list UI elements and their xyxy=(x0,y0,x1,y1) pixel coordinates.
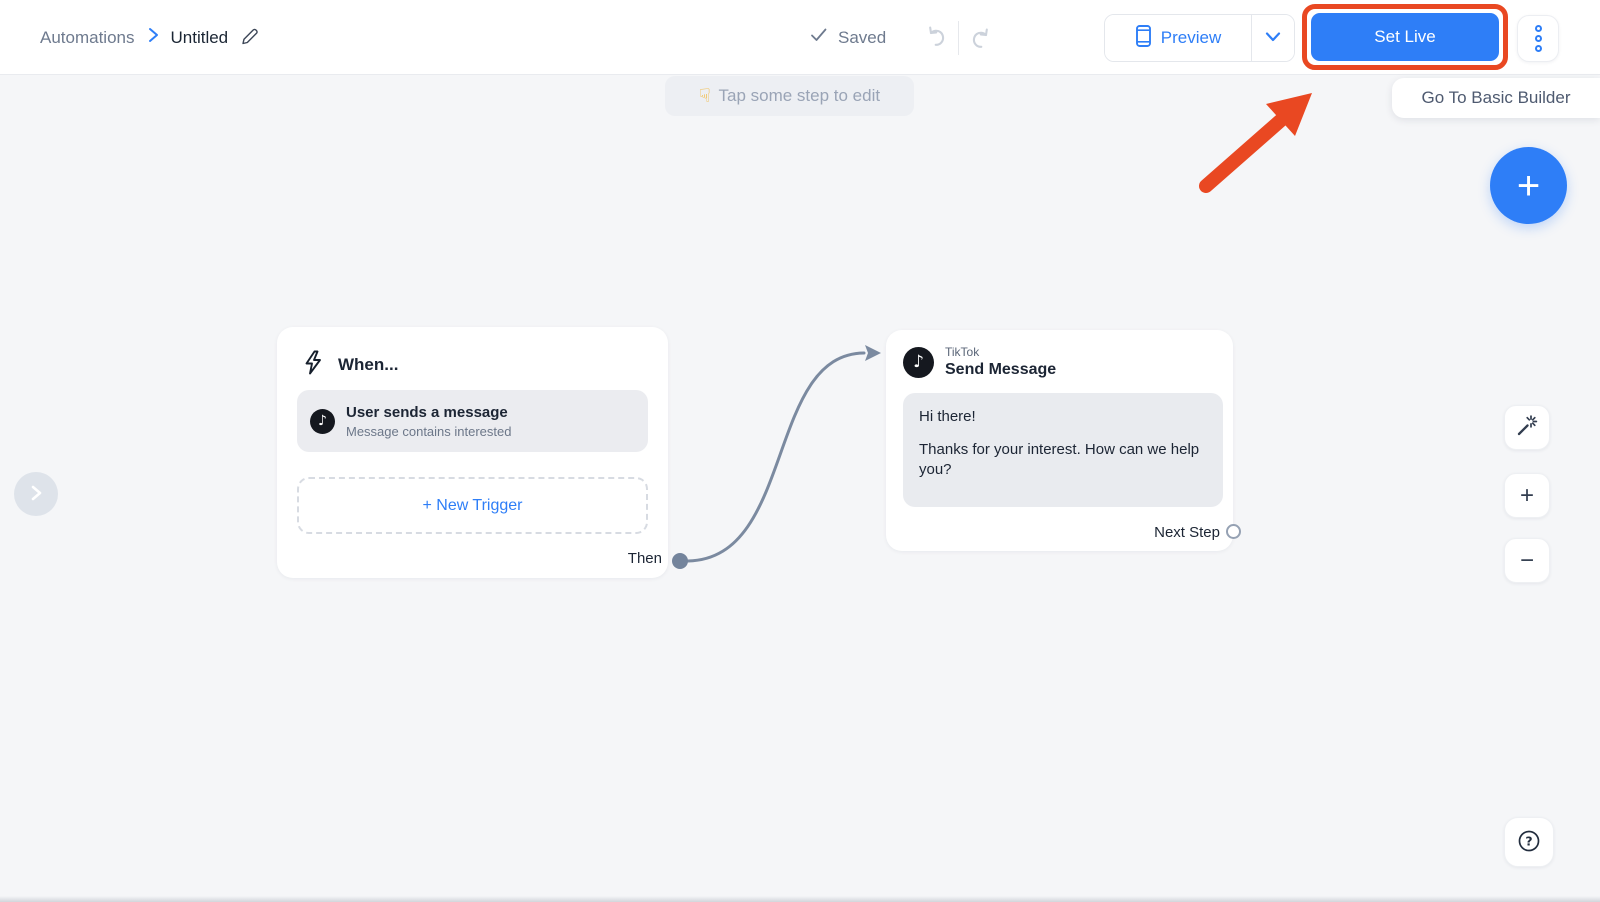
go-to-basic-builder-menu-item[interactable]: Go To Basic Builder xyxy=(1392,78,1600,118)
breadcrumb: Automations Untitled xyxy=(40,0,260,75)
then-label: Then xyxy=(628,550,662,567)
tiktok-icon: ♪ xyxy=(903,347,934,378)
preview-button-label: Preview xyxy=(1161,28,1221,48)
svg-text:?: ? xyxy=(1525,833,1532,848)
rename-flow-button[interactable] xyxy=(239,26,260,50)
save-status: Saved xyxy=(810,0,886,75)
question-mark-icon: ? xyxy=(1515,827,1543,858)
chevron-right-icon xyxy=(146,26,160,49)
new-trigger-button[interactable]: + New Trigger xyxy=(297,477,648,534)
minus-icon: − xyxy=(1520,547,1534,575)
next-step-label: Next Step xyxy=(1154,524,1220,541)
kebab-menu-icon xyxy=(1535,25,1542,52)
window-bottom-edge xyxy=(0,896,1600,902)
history-controls xyxy=(922,0,995,75)
undo-button[interactable] xyxy=(922,22,950,53)
hint-toast: ☟ Tap some step to edit xyxy=(665,76,914,116)
redo-icon xyxy=(967,24,995,52)
magic-wand-icon xyxy=(1514,413,1540,442)
message-card-header: ♪ TikTok Send Message xyxy=(903,345,1056,379)
hint-toast-label: Tap some step to edit xyxy=(718,86,880,106)
send-message-step-card[interactable]: ♪ TikTok Send Message Hi there! Thanks f… xyxy=(886,330,1233,551)
annotation-layer xyxy=(0,0,1600,902)
phone-icon xyxy=(1135,24,1152,53)
flow-title: Untitled xyxy=(171,28,229,48)
set-live-button[interactable]: Set Live xyxy=(1311,13,1499,61)
plus-icon: + xyxy=(1517,166,1540,206)
then-output-port[interactable] xyxy=(672,553,688,569)
add-step-button[interactable]: + xyxy=(1490,147,1567,224)
trigger-item-title: User sends a message xyxy=(346,404,511,421)
save-status-label: Saved xyxy=(838,28,886,48)
next-step-output-port[interactable] xyxy=(1226,524,1241,539)
connector-layer xyxy=(0,0,1600,902)
preview-button-group: Preview xyxy=(1104,14,1295,62)
point-down-icon: ☟ xyxy=(699,85,711,107)
connector-arrowhead-icon xyxy=(865,345,881,361)
tiktok-icon: ♪ xyxy=(310,409,335,434)
message-line: Hi there! xyxy=(919,407,1207,427)
preview-options-button[interactable] xyxy=(1252,15,1294,61)
trigger-card-title: When... xyxy=(338,355,398,375)
trigger-item-subtitle: Message contains interested xyxy=(346,424,511,439)
message-card-channel: TikTok xyxy=(945,345,1056,359)
pencil-icon xyxy=(239,26,260,50)
chevron-right-icon xyxy=(28,483,44,506)
flow-builder-page: Automations Untitled Saved xyxy=(0,0,1600,902)
top-bar: Automations Untitled Saved xyxy=(0,0,1600,75)
message-line: Thanks for your interest. How can we hel… xyxy=(919,440,1207,480)
check-icon xyxy=(810,27,828,48)
redo-button[interactable] xyxy=(967,24,995,52)
annotation-arrow xyxy=(1206,93,1312,186)
zoom-out-button[interactable]: − xyxy=(1504,538,1550,583)
expand-sidebar-button[interactable] xyxy=(14,472,58,516)
trigger-item[interactable]: ♪ User sends a message Message contains … xyxy=(297,390,648,452)
breadcrumb-automations-link[interactable]: Automations xyxy=(40,28,135,48)
message-card-title: Send Message xyxy=(945,361,1056,379)
message-bubble[interactable]: Hi there! Thanks for your interest. How … xyxy=(903,393,1223,507)
help-button[interactable]: ? xyxy=(1504,817,1554,867)
preview-button[interactable]: Preview xyxy=(1105,15,1251,61)
undo-icon xyxy=(922,22,950,53)
trigger-step-card[interactable]: When... ♪ User sends a message Message c… xyxy=(277,327,668,578)
plus-icon: + xyxy=(1520,482,1534,510)
auto-arrange-button[interactable] xyxy=(1504,405,1550,450)
chevron-down-icon xyxy=(1264,31,1282,46)
zoom-in-button[interactable]: + xyxy=(1504,473,1550,518)
history-divider xyxy=(958,21,959,55)
connector-edge xyxy=(688,353,864,561)
lightning-icon xyxy=(301,349,325,381)
more-options-button[interactable] xyxy=(1517,15,1559,62)
trigger-card-header: When... xyxy=(301,349,398,381)
